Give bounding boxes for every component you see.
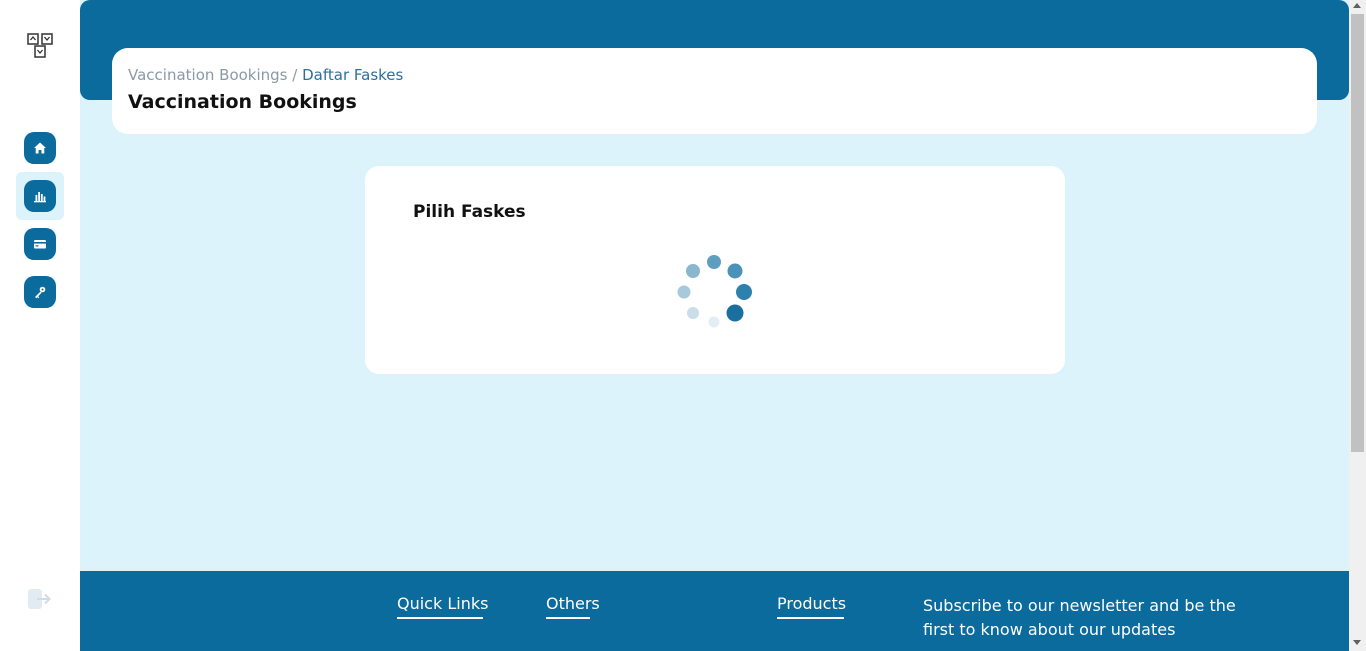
footer-quick-links-label: Quick Links: [397, 594, 489, 613]
home-icon: [34, 142, 46, 154]
faskes-card: Pilih Faskes: [365, 166, 1065, 374]
footer-underline: [546, 617, 590, 619]
breadcrumb: Vaccination Bookings / Daftar Faskes: [128, 66, 403, 84]
newsletter-text: Subscribe to our newsletter and be the f…: [923, 596, 1236, 639]
card-icon: [34, 240, 46, 249]
footer-quick-links[interactable]: Quick Links: [397, 594, 488, 619]
sidebar: [0, 0, 80, 651]
sidebar-item-payments[interactable]: [24, 228, 56, 260]
page-title: Vaccination Bookings: [128, 91, 357, 113]
logout-icon[interactable]: [27, 588, 53, 610]
footer: Quick Links Others Products Subscribe to…: [80, 571, 1349, 651]
footer-others-label: Others: [546, 594, 600, 613]
breadcrumb-item-daftar-faskes: Daftar Faskes: [302, 66, 404, 84]
footer-products-label: Products: [777, 594, 847, 613]
sidebar-item-home[interactable]: [24, 132, 56, 164]
bar-chart-icon: [34, 192, 46, 203]
loading-spinner-icon: [677, 255, 752, 328]
vertical-scrollbar[interactable]: [1349, 0, 1366, 651]
card-title: Pilih Faskes: [413, 202, 526, 222]
footer-underline: [777, 617, 844, 619]
sidebar-item-access[interactable]: [24, 276, 56, 308]
scroll-up-icon[interactable]: [1353, 3, 1361, 8]
page-header: Vaccination Bookings / Daftar Faskes Vac…: [112, 48, 1317, 134]
scroll-down-icon[interactable]: [1353, 640, 1361, 645]
footer-products[interactable]: Products: [777, 594, 846, 619]
breadcrumb-separator: /: [292, 66, 298, 84]
key-icon: [35, 286, 46, 299]
breadcrumb-item-vaccination-bookings[interactable]: Vaccination Bookings: [128, 66, 288, 84]
scrollbar-thumb[interactable]: [1351, 14, 1364, 452]
main-area: Vaccination Bookings / Daftar Faskes Vac…: [80, 0, 1349, 651]
sidebar-item-reports[interactable]: [24, 180, 56, 212]
footer-underline: [397, 617, 483, 619]
logo-icon[interactable]: [26, 31, 54, 59]
footer-others[interactable]: Others: [546, 594, 600, 619]
